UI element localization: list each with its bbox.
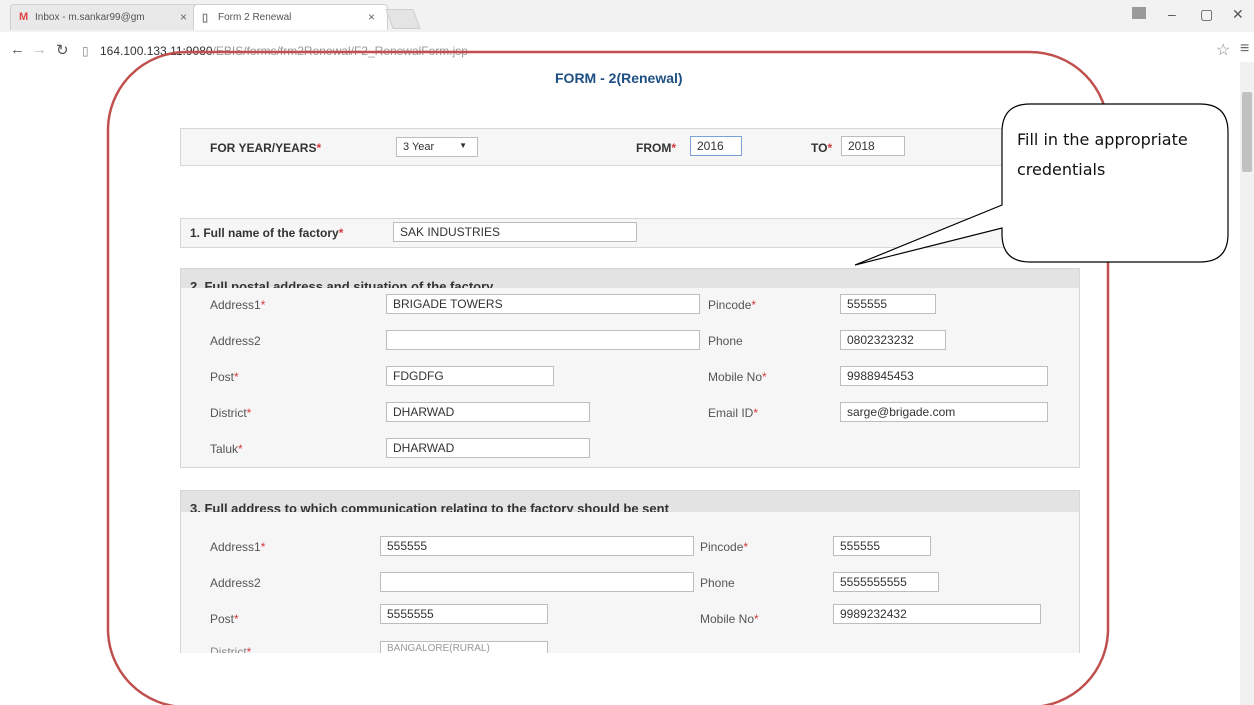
maximize-icon[interactable]: ▢ bbox=[1200, 6, 1213, 23]
to-year-input[interactable]: 2018 bbox=[841, 136, 905, 156]
url-path: /EBIS/forms/frm2Renewal/F2_RenewalForm.j… bbox=[212, 44, 468, 58]
mobile-input[interactable]: 9988945453 bbox=[840, 366, 1048, 386]
email-label: Email ID* bbox=[708, 406, 759, 420]
tab-form2-renewal[interactable]: ▯ Form 2 Renewal × bbox=[193, 4, 388, 30]
mobile-label: Mobile No* bbox=[708, 370, 767, 384]
from-label: FROM* bbox=[636, 141, 676, 155]
taluk-input[interactable]: DHARWAD bbox=[386, 438, 590, 458]
year-select-value: 3 Year bbox=[403, 141, 435, 153]
phone-input[interactable]: 0802323232 bbox=[840, 330, 946, 350]
tab-inbox[interactable]: M Inbox - m.sankar99@gm × bbox=[10, 4, 200, 30]
page-info-icon[interactable]: ▯ bbox=[82, 44, 89, 58]
pincode-label: Pincode* bbox=[708, 298, 757, 312]
comm-post-label: Post* bbox=[210, 612, 239, 626]
address2-input[interactable] bbox=[386, 330, 700, 350]
comm-address1-label: Address1* bbox=[210, 540, 266, 554]
new-tab-button[interactable] bbox=[385, 9, 421, 29]
page-title: FORM - 2(Renewal) bbox=[555, 70, 683, 86]
reload-icon[interactable]: ↻ bbox=[56, 41, 69, 59]
page-bottom-blank bbox=[0, 653, 1240, 705]
pincode-input[interactable]: 555555 bbox=[840, 294, 936, 314]
comm-post-input[interactable]: 5555555 bbox=[380, 604, 548, 624]
phone-label: Phone bbox=[708, 334, 743, 348]
comm-phone-label: Phone bbox=[700, 576, 735, 590]
comm-mobile-input[interactable]: 9989232432 bbox=[833, 604, 1041, 624]
close-window-icon[interactable]: ✕ bbox=[1232, 6, 1244, 23]
post-label: Post* bbox=[210, 370, 239, 384]
minimize-icon[interactable]: – bbox=[1168, 6, 1176, 22]
comm-address2-label: Address2 bbox=[210, 576, 261, 590]
close-tab-icon[interactable]: × bbox=[180, 10, 187, 24]
comm-phone-input[interactable]: 5555555555 bbox=[833, 572, 939, 592]
address2-label: Address2 bbox=[210, 334, 261, 348]
year-label: FOR YEAR/YEARS* bbox=[210, 141, 322, 155]
gmail-icon: M bbox=[19, 11, 29, 23]
comm-mobile-label: Mobile No* bbox=[700, 612, 759, 626]
page-icon: ▯ bbox=[202, 12, 209, 24]
dropdown-caret-icon: ▼ bbox=[459, 141, 467, 150]
district-input[interactable]: DHARWAD bbox=[386, 402, 590, 422]
email-input[interactable]: sarge@brigade.com bbox=[840, 402, 1048, 422]
factory-name-label: 1. Full name of the factory* bbox=[190, 226, 344, 240]
post-input[interactable]: FDGDFG bbox=[386, 366, 554, 386]
scrollbar-thumb[interactable] bbox=[1242, 92, 1252, 172]
user-icon[interactable] bbox=[1132, 7, 1146, 19]
comm-address1-input[interactable]: 555555 bbox=[380, 536, 694, 556]
tab-label: Form 2 Renewal bbox=[218, 12, 292, 23]
comm-address2-input[interactable] bbox=[380, 572, 694, 592]
tab-label: Inbox - m.sankar99@gm bbox=[35, 12, 145, 23]
address-bar[interactable]: 164.100.133.11:9080/EBIS/forms/frm2Renew… bbox=[100, 44, 468, 58]
forward-icon[interactable]: → bbox=[32, 41, 47, 58]
year-select[interactable]: 3 Year ▼ bbox=[396, 137, 478, 157]
address1-label: Address1* bbox=[210, 298, 266, 312]
factory-name-input[interactable]: SAK INDUSTRIES bbox=[393, 222, 637, 242]
back-icon[interactable]: ← bbox=[10, 41, 25, 58]
to-label: TO* bbox=[811, 141, 833, 155]
scrollbar[interactable] bbox=[1240, 62, 1254, 705]
taluk-label: Taluk* bbox=[210, 442, 243, 456]
comm-pincode-input[interactable]: 555555 bbox=[833, 536, 931, 556]
close-tab-icon[interactable]: × bbox=[368, 10, 375, 24]
from-year-input[interactable]: 2016 bbox=[690, 136, 742, 156]
district-label: District* bbox=[210, 406, 252, 420]
callout-text: Fill in the appropriate credentials bbox=[1017, 130, 1188, 179]
address1-input[interactable]: BRIGADE TOWERS bbox=[386, 294, 700, 314]
comm-pincode-label: Pincode* bbox=[700, 540, 749, 554]
bookmark-star-icon[interactable]: ☆ bbox=[1216, 40, 1230, 60]
url-host: 164.100.133.11:9080 bbox=[100, 44, 213, 58]
tab-bar: M Inbox - m.sankar99@gm × ▯ Form 2 Renew… bbox=[0, 0, 1254, 32]
menu-icon[interactable]: ≡ bbox=[1240, 40, 1249, 58]
